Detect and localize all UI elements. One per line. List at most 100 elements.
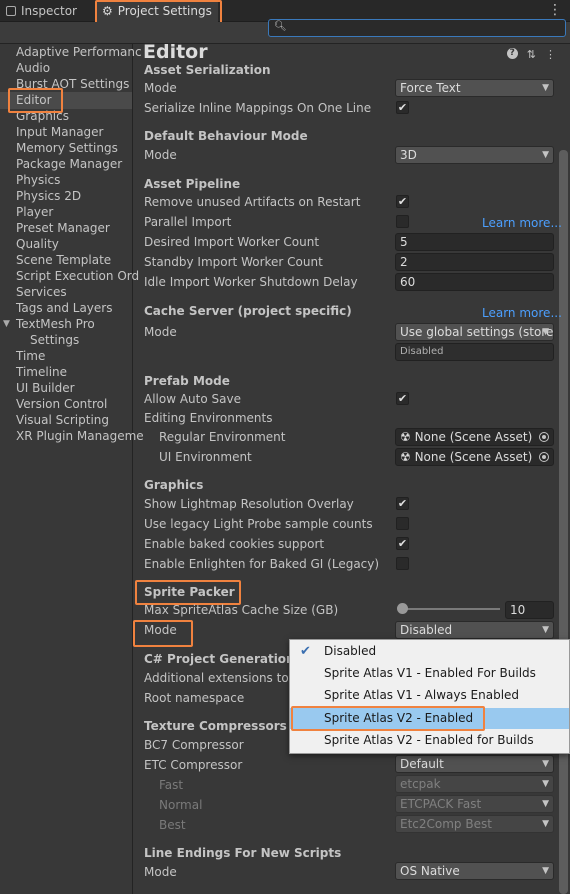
scrollbar[interactable] (559, 150, 568, 894)
chevron-down-icon: ▼ (542, 866, 549, 876)
etc-fast-dropdown: etcpak ▼ (395, 775, 554, 793)
sidebar-item-script-execution-ord[interactable]: Script Execution Ord (16, 268, 139, 284)
line-endings-mode-dropdown[interactable]: OS Native ▼ (395, 862, 554, 880)
baked-cookies-checkbox[interactable]: ✔ (396, 537, 409, 550)
sidebar-item-audio[interactable]: Audio (16, 60, 50, 76)
sidebar-item-package-manager[interactable]: Package Manager (16, 156, 122, 172)
regular-env-label: Regular Environment (159, 430, 286, 444)
learn-more-link[interactable]: Learn more... (482, 215, 562, 231)
etc-compressor-dropdown[interactable]: Default ▼ (395, 755, 554, 773)
additional-extensions-label: Additional extensions to in (144, 671, 304, 685)
parallel-import-label: Parallel Import (144, 215, 232, 229)
cache-mode-dropdown[interactable]: Use global settings (store ▼ (395, 323, 554, 341)
object-picker-icon[interactable] (539, 432, 549, 442)
sidebar-item-quality[interactable]: Quality (16, 236, 59, 252)
sidebar-item-settings[interactable]: Settings (30, 332, 79, 348)
sidebar-item-physics[interactable]: Physics (16, 172, 60, 188)
help-icon[interactable]: ? (506, 48, 518, 59)
serialize-inline-checkbox[interactable]: ✔ (396, 101, 409, 114)
sidebar-item-tags-and-layers[interactable]: Tags and Layers (16, 300, 112, 316)
ui-env-label: UI Environment (159, 450, 252, 464)
asset-serialization-mode-value: Force Text (400, 81, 461, 95)
sidebar-item-preset-manager[interactable]: Preset Manager (16, 220, 110, 236)
sprite-packer-mode-dropdown[interactable]: Disabled ▼ (395, 621, 554, 639)
lock-icon (6, 6, 16, 16)
section-prefab-mode: Prefab Mode (144, 374, 230, 388)
popup-option-v2-builds[interactable]: Sprite Atlas V2 - Enabled for Builds (290, 730, 569, 751)
regular-env-field[interactable]: ☢ None (Scene Asset) (395, 428, 554, 446)
legacy-probe-checkbox[interactable] (396, 517, 409, 530)
sidebar-item-services[interactable]: Services (16, 284, 67, 300)
default-behaviour-mode-dropdown[interactable]: 3D ▼ (395, 146, 554, 164)
standby-count-label: Standby Import Worker Count (144, 255, 323, 269)
more-options-icon[interactable]: ⋮ (548, 2, 562, 18)
section-csharp-generation: C# Project Generation (144, 652, 295, 666)
sprite-packer-mode-value: Disabled (400, 623, 453, 637)
standby-count-field[interactable]: 2 (395, 253, 554, 271)
cache-size-field[interactable]: 10 (505, 601, 554, 619)
allow-autosave-checkbox[interactable]: ✔ (396, 392, 409, 405)
enlighten-checkbox[interactable] (396, 557, 409, 570)
etc-compressor-value: Default (400, 757, 444, 771)
idle-delay-field[interactable]: 60 (395, 273, 554, 291)
cache-size-slider-handle[interactable] (397, 603, 408, 614)
popup-option-v1-always[interactable]: Sprite Atlas V1 - Always Enabled (290, 685, 569, 706)
chevron-down-icon: ▼ (542, 759, 549, 769)
baked-cookies-label: Enable baked cookies support (144, 537, 325, 551)
chevron-down-icon: ▼ (542, 799, 549, 809)
object-picker-icon[interactable] (539, 452, 549, 462)
section-asset-pipeline: Asset Pipeline (144, 177, 241, 191)
sidebar-item-scene-template[interactable]: Scene Template (16, 252, 111, 268)
sidebar-item-physics-2d[interactable]: Physics 2D (16, 188, 81, 204)
chevron-down-icon: ▼ (542, 819, 549, 829)
sidebar-item-player[interactable]: Player (16, 204, 53, 220)
remove-unused-checkbox[interactable]: ✔ (396, 195, 409, 208)
preset-icon[interactable]: ⇅ (527, 48, 536, 61)
parallel-import-checkbox[interactable] (396, 215, 409, 228)
cache-size-slider[interactable] (400, 608, 500, 610)
regular-env-value: None (Scene Asset) (414, 430, 533, 444)
section-graphics: Graphics (144, 478, 204, 492)
cache-learn-more-link[interactable]: Learn more... (482, 305, 562, 321)
sidebar-item-timeline[interactable]: Timeline (16, 364, 67, 380)
sidebar-item-visual-scripting[interactable]: Visual Scripting (16, 412, 109, 428)
tab-inspector[interactable]: Inspector (0, 0, 83, 22)
highlight-v2-enabled (291, 706, 485, 731)
desired-count-field[interactable]: 5 (395, 233, 554, 251)
etc-normal-value: ETCPACK Fast (400, 797, 482, 811)
more-options-icon[interactable]: ⋮ (545, 48, 556, 61)
line-endings-mode-value: OS Native (400, 864, 460, 878)
chevron-down-icon: ▼ (542, 625, 549, 635)
scene-asset-icon: ☢ (400, 450, 415, 464)
sidebar-item-version-control[interactable]: Version Control (16, 396, 107, 412)
default-behaviour-mode-label: Mode (144, 148, 177, 162)
search-input[interactable]: 🔍︎ (268, 19, 566, 37)
tab-inspector-label: Inspector (21, 4, 77, 18)
section-line-endings: Line Endings For New Scripts (144, 846, 342, 860)
popup-option-label: Sprite Atlas V2 - Enabled for Builds (324, 733, 534, 747)
popup-option-v1-builds[interactable]: Sprite Atlas V1 - Enabled For Builds (290, 663, 569, 684)
sidebar-item-ui-builder[interactable]: UI Builder (16, 380, 75, 396)
section-default-behaviour: Default Behaviour Mode (144, 129, 308, 143)
header-icons: ? ⇅ ⋮ (506, 48, 556, 61)
sidebar-item-textmesh-pro[interactable]: TextMesh Pro ▼ (3, 316, 95, 332)
expand-arrow-icon[interactable]: ▼ (3, 316, 10, 332)
remove-unused-label: Remove unused Artifacts on Restart (144, 195, 361, 209)
highlight-mode (133, 620, 193, 647)
root-namespace-label: Root namespace (144, 691, 245, 705)
asset-serialization-mode-dropdown[interactable]: Force Text ▼ (395, 79, 554, 97)
popup-option-disabled[interactable]: ✔ Disabled (290, 641, 569, 662)
popup-option-label: Sprite Atlas V1 - Always Enabled (324, 688, 520, 702)
chevron-down-icon: ▼ (542, 150, 549, 160)
enlighten-label: Enable Enlighten for Baked GI (Legacy) (144, 557, 380, 571)
asset-serialization-mode-label: Mode (144, 81, 177, 95)
etc-fast-value: etcpak (400, 777, 441, 791)
sidebar-item-memory-settings[interactable]: Memory Settings (16, 140, 118, 156)
etc-best-value: Etc2Comp Best (400, 817, 492, 831)
sidebar-item-time[interactable]: Time (16, 348, 45, 364)
ui-env-field[interactable]: ☢ None (Scene Asset) (395, 448, 554, 466)
sidebar-item-input-manager[interactable]: Input Manager (16, 124, 104, 140)
lightmap-overlay-checkbox[interactable]: ✔ (396, 497, 409, 510)
sidebar-item-xr-plugin-manageme[interactable]: XR Plugin Manageme (16, 428, 144, 444)
sidebar-item-adaptive-performanc[interactable]: Adaptive Performanc (16, 44, 142, 60)
